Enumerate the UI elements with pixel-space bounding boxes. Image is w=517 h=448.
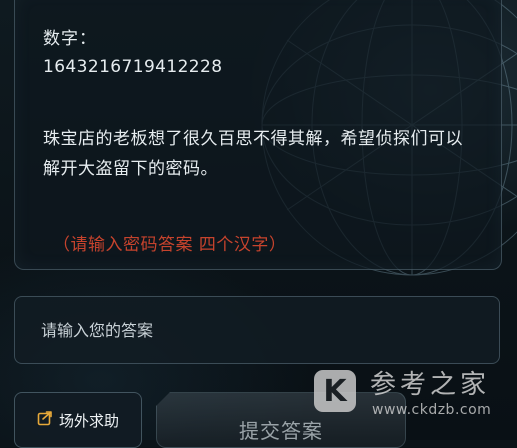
watermark: K 参考之家 www.ckdzb.com <box>310 364 517 424</box>
answer-input[interactable] <box>39 319 483 341</box>
puzzle-label: 数字： <box>43 29 97 49</box>
answer-box <box>14 296 500 364</box>
help-button-label: 场外求助 <box>58 411 119 430</box>
puzzle-hint: （请输入密码答案 四个汉字） <box>53 235 287 255</box>
watermark-url: www.ckdzb.com <box>372 402 492 418</box>
watermark-title: 参考之家 <box>370 370 491 400</box>
watermark-logo: K <box>314 370 356 412</box>
share-arrow-icon <box>37 410 53 430</box>
puzzle-story: 珠宝店的老板想了很久百思不得其解，希望侦探们可以解开大盗留下的密码。 <box>43 129 463 179</box>
puzzle-digits: 1643216719412228 <box>43 57 223 77</box>
